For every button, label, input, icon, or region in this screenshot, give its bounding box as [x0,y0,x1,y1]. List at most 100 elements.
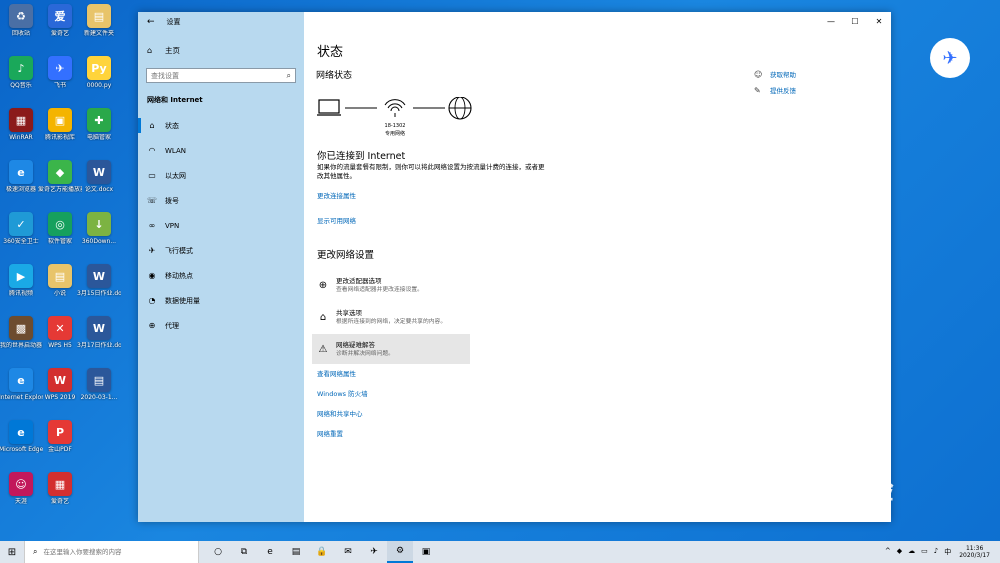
desktop-icon[interactable]: W 3月17日作业.docx [77,316,121,360]
sidebar-item-8[interactable]: ⊕ 代理 [138,313,304,338]
sidebar-item-label: WLAN [165,146,187,155]
desktop-icon[interactable]: ▣ 腾讯影视库 [41,108,79,152]
desktop-icon[interactable]: ✈ 飞书 [41,56,79,100]
network-troubleshooter[interactable]: ⚠ 网络疑难解答 诊断并解决网络问题。 [312,334,470,364]
windows-firewall-link[interactable]: Windows 防火墙 [317,388,368,398]
taskbar-apps: ○ ⧉ e ▤ 🔒 ✉ ✈ ⚙ ▣ [205,541,439,563]
desktop-icon-label: 新建文件夹 [83,30,114,37]
taskbar-app-icon[interactable]: ○ [205,541,231,563]
desktop-icon-label: 论文.docx [84,186,114,193]
desktop-icon[interactable]: ▦ WinRAR [2,108,40,152]
tray-icon[interactable]: ◆ [897,547,902,557]
search-icon[interactable]: ⌕ [287,71,291,81]
desktop-icon[interactable]: ☺ 天涯 [2,472,40,516]
desktop-icon[interactable]: 爱爱奇艺 [41,4,79,48]
feishu-floating-icon[interactable]: ✈ [930,38,970,78]
desktop-icon[interactable]: Py 0000.py [80,56,118,100]
app-icon: ▤ [48,264,72,288]
tray-icon[interactable]: ☁ [908,547,915,557]
sidebar-item-5[interactable]: ✈ 飞行模式 [138,238,304,263]
desktop-icon[interactable]: W 3月15日作业.docx [77,264,121,308]
back-arrow-icon[interactable]: ← [147,17,155,27]
desktop-icon-label: WPS 2019 [44,394,76,401]
desktop-icon[interactable]: ▩ 我的世界启动器 [0,316,42,360]
settings-search-input[interactable] [151,71,271,80]
get-help-link[interactable]: ☺ 获取帮助 [754,66,796,82]
sidebar-item-2[interactable]: ▭ 以太网 [138,163,304,188]
change-adapter-options[interactable]: ⊕ 更改适配器选项 查看网络适配器并更改连接设置。 [312,270,470,300]
desktop-icon-label: WPS H5 [48,342,72,349]
globe-icon [448,96,472,120]
settings-search-box[interactable]: ⌕ [146,68,296,83]
home-nav-item[interactable]: ⌂ 主页 [138,40,304,60]
desktop-icon[interactable]: ▤ 小说 [41,264,79,308]
minimize-button[interactable]: — [819,12,843,30]
app-icon: e [9,368,33,392]
clock-time: 11:36 [965,545,984,552]
desktop-icon[interactable]: e Internet Explorer [0,368,43,412]
taskbar-app-icon[interactable]: e [257,541,283,563]
windows-start-icon[interactable]: ⊞ [0,541,24,563]
network-type: 专用网络 [384,131,405,137]
sidebar-item-0[interactable]: ⌂ 状态 [138,113,304,138]
close-button[interactable]: ✕ [867,12,891,30]
taskbar-app-icon[interactable]: ▤ [283,541,309,563]
sidebar-item-4[interactable]: ∞ VPN [138,213,304,238]
desktop-icon[interactable]: W 论文.docx [80,160,118,204]
option-desc: 查看网络适配器并更改连接设置。 [336,286,423,293]
app-icon: Py [87,56,111,80]
desktop-icon[interactable]: e Microsoft Edge [0,420,43,464]
tray-icon[interactable]: ♪ [934,547,938,557]
sidebar-item-3[interactable]: ☏ 拨号 [138,188,304,213]
sidebar-item-label: 拨号 [165,196,179,205]
maximize-button[interactable]: ☐ [843,12,867,30]
sidebar-item-7[interactable]: ◔ 数据使用量 [138,288,304,313]
tray-icon[interactable]: ▭ [921,547,928,557]
taskbar-app-icon[interactable]: ⚙ [387,541,413,563]
settings-sidebar: ← 设置 ⌂ 主页 ⌕ 网络和 Internet ⌂ 状态 ◠ WLAN ▭ 以太网 ☏ 拨号… [138,12,304,522]
desktop-icon[interactable]: P 金山PDF [41,420,79,464]
settings-main: — ☐ ✕ 状态 网络状态 18-1302 专用网络 你已连接到 Interne… [304,12,891,522]
desktop-icon[interactable]: ✚ 电脑管家 [80,108,118,152]
sidebar-item-1[interactable]: ◠ WLAN [138,138,304,163]
give-feedback-link[interactable]: ✎ 提供反馈 [754,82,796,98]
change-connection-properties-link[interactable]: 更改连接属性 [317,190,356,200]
tray-icon[interactable]: ^ [885,547,891,557]
wifi-icon [384,99,406,117]
view-network-properties-link[interactable]: 查看网络属性 [317,368,356,378]
desktop-icon[interactable]: ◎ 软件管家 [41,212,79,256]
sidebar-nav: ⌂ 状态 ◠ WLAN ▭ 以太网 ☏ 拨号 ∞ VPN ✈ 飞行模式 ◉ 移动热点 ◔ 数据使用量 ⊕ 代理 [138,113,304,338]
desktop-icon[interactable]: e 极速浏览器 [2,160,40,204]
show-available-networks-link[interactable]: 显示可用网络 [317,215,356,225]
app-icon: ✚ [87,108,111,132]
app-icon: ♪ [9,56,33,80]
taskbar-search-input[interactable] [43,548,194,556]
desktop-icon[interactable]: ↓ 360Down... [80,212,118,256]
desktop-icon[interactable]: ✓ 360安全卫士 [2,212,40,256]
desktop-icon[interactable]: ✕ WPS H5 [41,316,79,360]
sidebar-item-6[interactable]: ◉ 移动热点 [138,263,304,288]
network-reset-link[interactable]: 网络重置 [317,428,343,438]
taskbar-app-icon[interactable]: 🔒 [309,541,335,563]
desktop-icon[interactable]: ▤ 2020-03-1... [80,368,118,412]
desktop-icon[interactable]: ▶ 腾讯视频 [2,264,40,308]
desktop-icon[interactable]: ▦ 爱奇艺 [41,472,79,516]
taskbar-app-icon[interactable]: ⧉ [231,541,257,563]
network-sharing-center-link[interactable]: 网络和共享中心 [317,408,363,418]
app-icon: ▣ [48,108,72,132]
desktop-icon-label: 3月17日作业.docx [77,342,121,349]
desktop-icon[interactable]: ▤ 新建文件夹 [80,4,118,48]
desktop-icon[interactable]: ♻ 回收站 [2,4,40,48]
taskbar-app-icon[interactable]: ✉ [335,541,361,563]
desktop-icon[interactable]: W WPS 2019 [41,368,79,412]
taskbar-search-box[interactable]: ⌕ [24,541,199,563]
app-icon: ♻ [9,4,33,28]
app-icon: e [9,420,33,444]
taskbar-app-icon[interactable]: ✈ [361,541,387,563]
desktop-icon[interactable]: ◆ 爱奇艺万能播放器 [38,160,82,204]
tray-icon[interactable]: 中 [944,547,951,557]
clock[interactable]: 11:36 2020/3/17 [959,545,990,559]
desktop-icon[interactable]: ♪ QQ音乐 [2,56,40,100]
sharing-options[interactable]: ⌂ 共享选项 根据所连接到的网络，决定要共享的内容。 [312,302,470,332]
taskbar-app-icon[interactable]: ▣ [413,541,439,563]
